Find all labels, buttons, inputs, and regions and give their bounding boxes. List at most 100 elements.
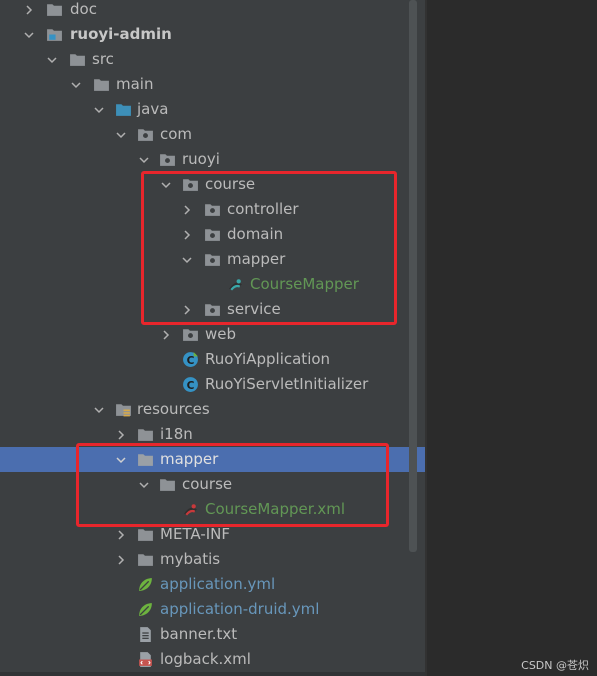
tree-row-ruoyi[interactable]: ruoyi [0, 147, 409, 172]
chevron-down-icon[interactable] [157, 172, 175, 197]
package-icon [182, 326, 199, 343]
tree-row-label: ruoyi-admin [70, 25, 172, 43]
tree-row-label: com [160, 125, 193, 143]
package-icon [204, 251, 221, 268]
chevron-down-icon[interactable] [112, 447, 130, 472]
tree-row-label: main [116, 75, 154, 93]
chevron-down-icon[interactable] [135, 147, 153, 172]
tree-row-service[interactable]: service [0, 297, 409, 322]
tree-row-coursemapper[interactable]: CourseMapper [0, 272, 409, 297]
tree-row-label: controller [227, 200, 299, 218]
svg-text:C: C [187, 379, 195, 392]
source-root-icon [115, 101, 132, 118]
tree-row-label: course [205, 175, 256, 193]
tree-row-label: RuoYiApplication [205, 350, 331, 368]
tree-row-label: course [182, 475, 233, 493]
svg-text:C: C [187, 354, 195, 367]
tree-row-label: mybatis [160, 550, 221, 568]
tree-row-src[interactable]: src [0, 47, 409, 72]
chevron-down-icon[interactable] [43, 47, 61, 72]
tree-row-label: resources [137, 400, 210, 418]
tree-row-application-druid-yml[interactable]: application-druid.yml [0, 597, 409, 622]
chevron-right-icon[interactable] [178, 197, 196, 222]
mybatis-xml-icon [182, 501, 199, 518]
chevron-right-icon[interactable] [112, 422, 130, 447]
tree-row-label: CourseMapper [250, 275, 359, 293]
tree-row-i18n[interactable]: i18n [0, 422, 409, 447]
folder-icon [137, 451, 154, 468]
tree-row-label: ruoyi [182, 150, 220, 168]
tree-row-application-yml[interactable]: application.yml [0, 572, 409, 597]
text-file-icon [137, 626, 154, 643]
resources-root-icon [115, 401, 132, 418]
chevron-right-icon[interactable] [157, 322, 175, 347]
chevron-down-icon[interactable] [67, 72, 85, 97]
spring-config-icon [137, 601, 154, 618]
tree-row-label: web [205, 325, 237, 343]
folder-icon [93, 76, 110, 93]
tree-row-label: service [227, 300, 281, 318]
tree-row-ruoyiapplication[interactable]: C RuoYiApplication [0, 347, 409, 372]
module-folder-icon [46, 26, 63, 43]
chevron-down-icon[interactable] [90, 397, 108, 422]
mybatis-interface-icon [227, 276, 244, 293]
tree-row-java[interactable]: java [0, 97, 409, 122]
project-tree[interactable]: doc ruoyi-admin src main java com ruoyi [0, 0, 425, 672]
folder-icon [46, 1, 63, 18]
tree-row-label: RuoYiServletInitializer [205, 375, 369, 393]
tree-row-label: src [92, 50, 114, 68]
chevron-right-icon[interactable] [112, 547, 130, 572]
vertical-scrollbar[interactable] [409, 0, 417, 552]
tree-row-label: i18n [160, 425, 193, 443]
tree-row-doc[interactable]: doc [0, 0, 409, 22]
tree-row-label: CourseMapper.xml [205, 500, 345, 518]
chevron-right-icon[interactable] [20, 0, 38, 22]
tree-row-label: mapper [227, 250, 286, 268]
chevron-down-icon[interactable] [20, 22, 38, 47]
package-icon [204, 226, 221, 243]
tree-row-label: banner.txt [160, 625, 238, 643]
editor-area [427, 0, 597, 676]
spring-boot-class-icon: C [182, 351, 199, 368]
tree-row-meta-inf[interactable]: META-INF [0, 522, 409, 547]
tree-row-label: java [137, 100, 169, 118]
tree-row-course-folder[interactable]: course [0, 472, 409, 497]
folder-icon [69, 51, 86, 68]
chevron-right-icon[interactable] [178, 297, 196, 322]
tree-row-domain[interactable]: domain [0, 222, 409, 247]
bottom-strip [0, 672, 425, 676]
folder-icon [137, 551, 154, 568]
tree-row-coursemapper-xml[interactable]: CourseMapper.xml [0, 497, 409, 522]
package-icon [159, 151, 176, 168]
chevron-right-icon[interactable] [178, 222, 196, 247]
chevron-right-icon[interactable] [112, 522, 130, 547]
tree-row-label: logback.xml [160, 650, 251, 668]
tree-row-label: application-druid.yml [160, 600, 320, 618]
chevron-down-icon[interactable] [178, 247, 196, 272]
tree-row-mapper-package[interactable]: mapper [0, 247, 409, 272]
tree-row-resources[interactable]: resources [0, 397, 409, 422]
tree-row-label: doc [70, 0, 97, 18]
package-icon [204, 201, 221, 218]
tree-row-main[interactable]: main [0, 72, 409, 97]
tree-row-logback-xml[interactable]: logback.xml [0, 647, 409, 672]
tree-row-controller[interactable]: controller [0, 197, 409, 222]
tree-row-label: mapper [160, 450, 219, 468]
package-icon [137, 126, 154, 143]
tree-row-mapper-folder[interactable]: mapper [0, 447, 425, 472]
tree-row-banner-txt[interactable]: banner.txt [0, 622, 409, 647]
folder-icon [159, 476, 176, 493]
xml-file-icon [137, 651, 154, 668]
tree-row-com[interactable]: com [0, 122, 409, 147]
tree-row-ruoyiservletinitializer[interactable]: C RuoYiServletInitializer [0, 372, 409, 397]
tree-row-mybatis[interactable]: mybatis [0, 547, 409, 572]
tree-row-ruoyi-admin[interactable]: ruoyi-admin [0, 22, 409, 47]
package-icon [182, 176, 199, 193]
tree-row-course-package[interactable]: course [0, 172, 409, 197]
chevron-down-icon[interactable] [112, 122, 130, 147]
chevron-down-icon[interactable] [135, 472, 153, 497]
tree-row-label: application.yml [160, 575, 276, 593]
tree-row-web[interactable]: web [0, 322, 409, 347]
class-icon: C [182, 376, 199, 393]
chevron-down-icon[interactable] [90, 97, 108, 122]
